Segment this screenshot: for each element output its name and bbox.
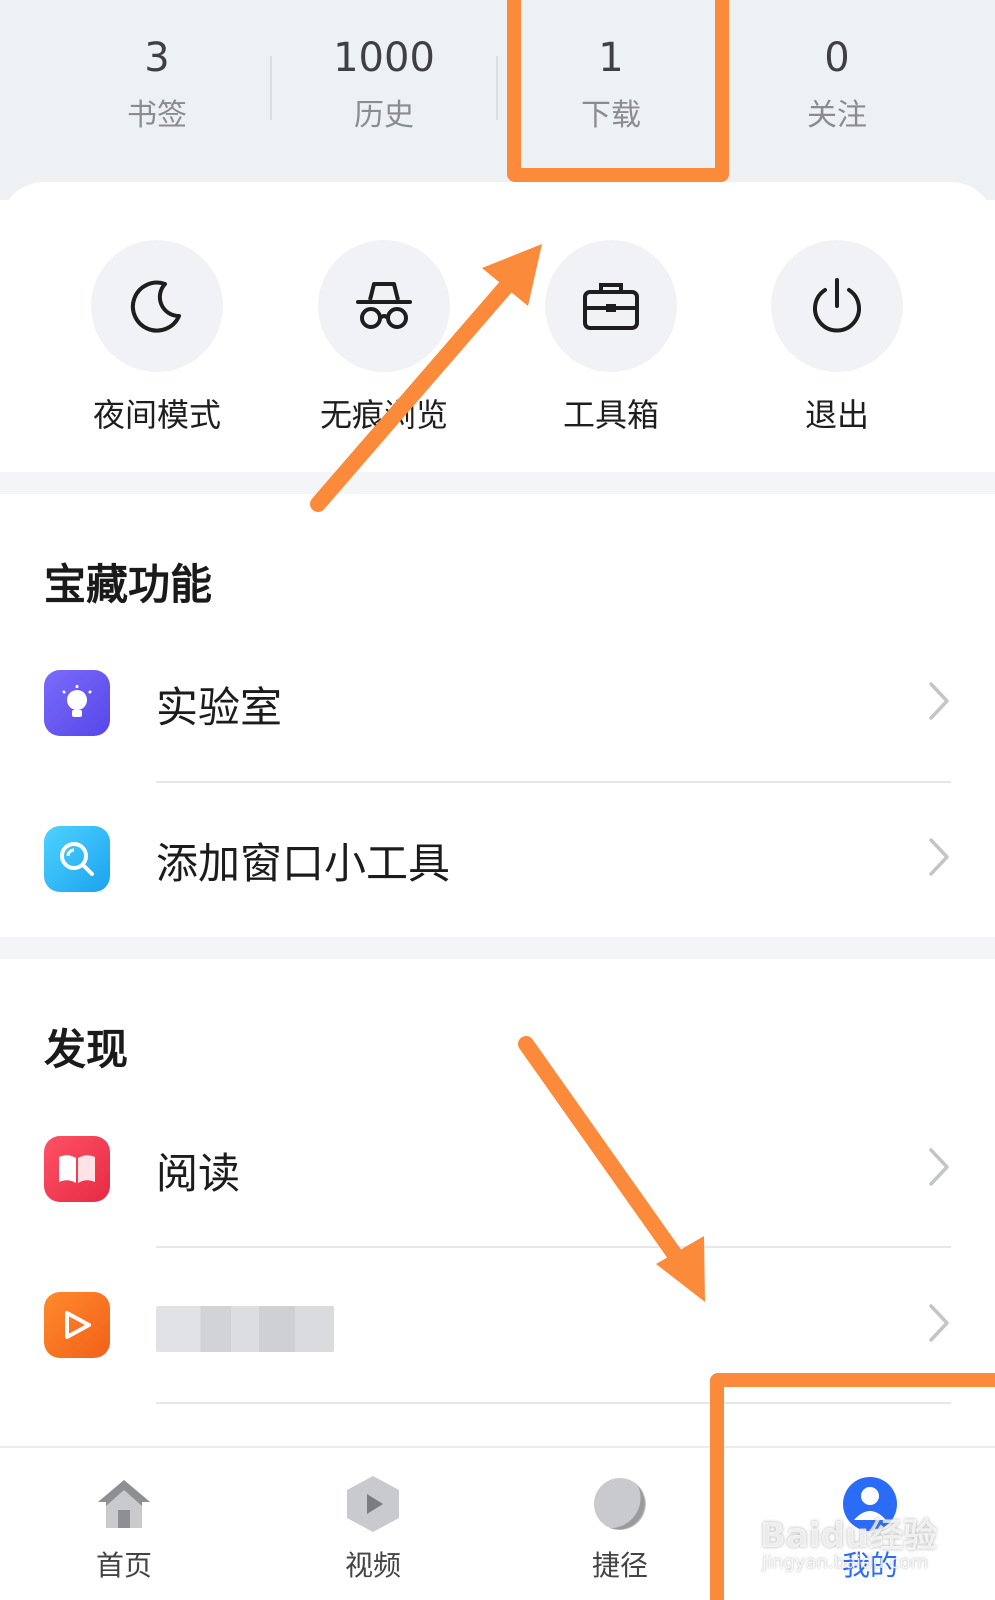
reading-label: 阅读 <box>156 1149 241 1198</box>
stat-bookmarks[interactable]: 3 书签 <box>47 36 267 134</box>
section-divider <box>0 937 995 959</box>
toolbox-icon <box>545 240 677 372</box>
incognito-icon <box>318 240 450 372</box>
toolbox-label: 工具箱 <box>562 396 659 434</box>
stat-following-count: 0 <box>824 35 850 81</box>
moon-icon <box>91 240 223 372</box>
watermark: Baidu经验 <box>760 1516 938 1556</box>
watermark-url: jingyan.baidu.com <box>762 1552 929 1573</box>
treasure-section-title: 宝藏功能 <box>44 560 213 609</box>
chevron-right-icon <box>929 682 949 720</box>
chevron-right-icon <box>929 838 949 876</box>
row-separator <box>156 1246 951 1248</box>
video-icon <box>338 1472 408 1536</box>
toolbox-button[interactable]: 工具箱 <box>521 240 701 436</box>
nav-shortcut[interactable]: 捷径 <box>530 1472 710 1584</box>
stat-history[interactable]: 1000 历史 <box>274 36 494 134</box>
logout-button[interactable]: 退出 <box>747 240 927 436</box>
stat-following-label: 关注 <box>807 98 867 133</box>
incognito-label: 无痕浏览 <box>319 396 448 434</box>
night-mode-button[interactable]: 夜间模式 <box>67 240 247 436</box>
home-icon <box>89 1472 159 1536</box>
section-divider <box>0 472 995 494</box>
list-item-reading[interactable]: 阅读 <box>0 1100 995 1240</box>
stat-history-count: 1000 <box>333 35 435 81</box>
nav-home[interactable]: 首页 <box>34 1472 214 1584</box>
nav-video-label: 视频 <box>344 1549 401 1582</box>
chevron-right-icon <box>929 1148 949 1186</box>
chevron-right-icon <box>929 1304 949 1342</box>
add-widget-label: 添加窗口小工具 <box>156 839 451 888</box>
stat-history-label: 历史 <box>354 98 414 133</box>
search-widget-icon <box>44 826 110 892</box>
blurred-label <box>156 1306 334 1352</box>
discover-section-title: 发现 <box>44 1025 129 1074</box>
lightbulb-icon <box>44 670 110 736</box>
logout-label: 退出 <box>804 396 869 434</box>
lab-label: 实验室 <box>156 683 283 732</box>
highlight-downloads <box>507 0 729 182</box>
stats-bar: 3 书签 1000 历史 1 下载 0 关注 <box>0 0 995 200</box>
stat-bookmarks-label: 书签 <box>127 98 187 133</box>
divider <box>496 56 498 120</box>
stat-bookmarks-count: 3 <box>144 35 170 81</box>
power-icon <box>771 240 903 372</box>
divider <box>270 56 272 120</box>
book-icon <box>44 1136 110 1202</box>
video-play-icon <box>44 1292 110 1358</box>
night-mode-label: 夜间模式 <box>92 396 221 434</box>
shortcut-icon <box>585 1472 655 1536</box>
list-item-lab[interactable]: 实验室 <box>0 634 995 774</box>
nav-video[interactable]: 视频 <box>283 1472 463 1584</box>
list-item-add-widget[interactable]: 添加窗口小工具 <box>0 790 995 930</box>
row-separator <box>156 781 951 783</box>
nav-shortcut-label: 捷径 <box>591 1549 648 1582</box>
incognito-button[interactable]: 无痕浏览 <box>294 240 474 436</box>
stat-following[interactable]: 0 关注 <box>727 36 947 134</box>
nav-home-label: 首页 <box>95 1549 152 1582</box>
